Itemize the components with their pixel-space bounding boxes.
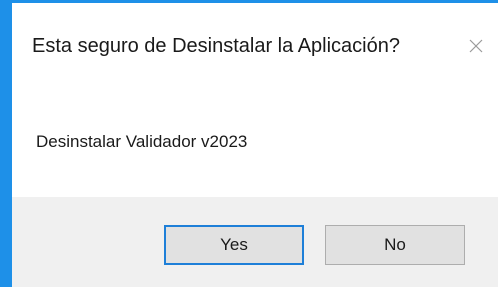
dialog-message: Desinstalar Validador v2023 [36,132,248,151]
yes-button[interactable]: Yes [164,225,304,265]
dialog-title: Esta seguro de Desinstalar la Aplicación… [32,35,400,57]
dialog-button-bar: Yes No [12,197,498,287]
message-dialog: Esta seguro de Desinstalar la Aplicación… [0,0,498,287]
no-button[interactable]: No [325,225,465,265]
close-button[interactable] [461,31,491,61]
close-icon [469,39,483,53]
dialog-titlebar: Esta seguro de Desinstalar la Aplicación… [12,3,498,93]
